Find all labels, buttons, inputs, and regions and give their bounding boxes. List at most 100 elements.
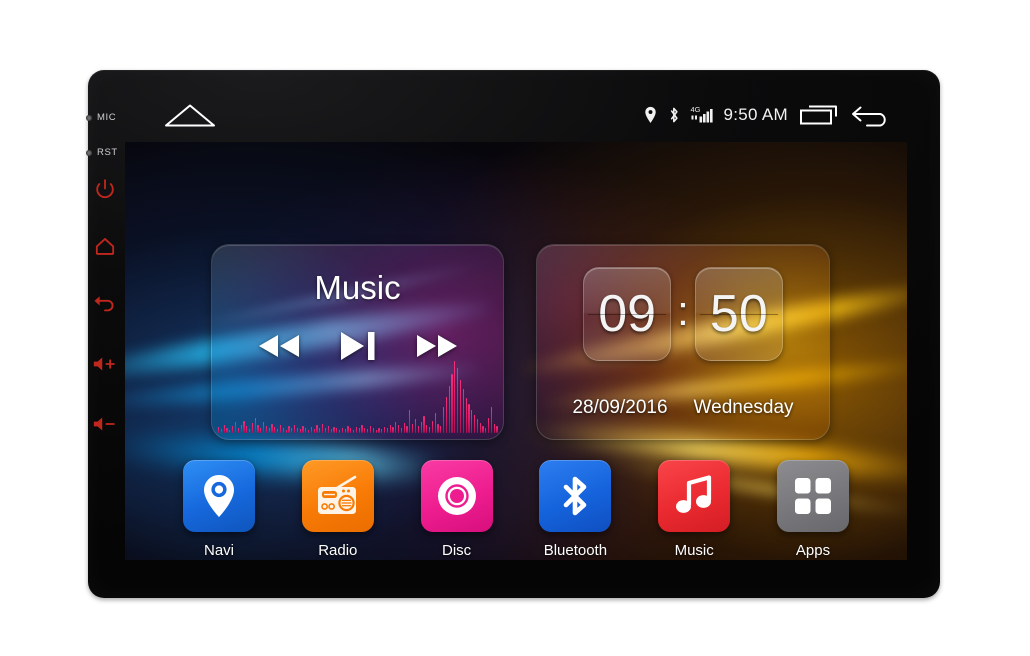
home-hardware-button[interactable] — [85, 232, 125, 260]
equalizer-bar — [316, 425, 318, 433]
disc-label: Disc — [442, 542, 472, 559]
reset-indicator[interactable]: RST — [86, 147, 118, 158]
equalizer-bar — [423, 416, 425, 433]
equalizer-bar — [310, 427, 313, 433]
volume-up-icon — [93, 357, 115, 371]
clock-date-row: 28/09/2016 Wednesday — [537, 397, 829, 419]
volume-down-button[interactable] — [85, 410, 125, 438]
equalizer-bar — [248, 429, 251, 433]
music-tile[interactable] — [658, 460, 731, 532]
equalizer-bar — [268, 428, 270, 433]
equalizer-bar — [395, 422, 397, 433]
reset-dot-icon[interactable] — [86, 149, 92, 156]
equalizer-bar — [291, 428, 293, 433]
signal-4g-icon: 4G — [691, 105, 713, 124]
app-apps[interactable]: Apps — [767, 460, 859, 559]
equalizer-bar — [457, 368, 459, 433]
radio-label: Radio — [318, 542, 358, 559]
equalizer-bar — [428, 427, 431, 433]
equalizer-bar — [361, 425, 363, 433]
bluetooth-tile[interactable] — [539, 460, 612, 532]
equalizer-bar — [364, 428, 366, 433]
equalizer-bar — [324, 428, 327, 433]
equalizer-bar — [220, 429, 223, 433]
status-clock: 9:50 AM — [723, 105, 788, 124]
home-soft-button[interactable] — [163, 102, 217, 128]
equalizer-bar — [420, 422, 422, 433]
equalizer-bar — [372, 428, 374, 433]
bluetooth-icon — [564, 476, 587, 516]
hardware-key-column: MIC RST — [85, 70, 125, 598]
equalizer-bar — [333, 427, 335, 433]
music-widget-title: Music — [314, 269, 401, 306]
clock-widget[interactable]: 09 : 50 28/09/2016 Wednesday — [536, 244, 830, 440]
radio-tile[interactable] — [301, 460, 374, 532]
clock-digits-row: 09 : 50 — [537, 267, 829, 361]
equalizer-bar — [338, 430, 341, 433]
head-unit-bezel: MIC RST 4G 9:50 AM Music 09: 50 28/09/2… — [85, 70, 940, 598]
equalizer-bar — [479, 423, 481, 433]
equalizer-bar — [473, 415, 476, 433]
equalizer-bar — [347, 426, 349, 433]
app-disc[interactable]: Disc — [411, 460, 503, 559]
equalizer-bar — [451, 374, 453, 433]
apps-tile[interactable] — [776, 460, 849, 532]
bluetooth-icon — [668, 106, 680, 124]
equalizer-bar — [218, 427, 220, 433]
equalizer-bar — [355, 427, 358, 433]
equalizer-bar — [414, 419, 417, 433]
music-previous-button[interactable] — [256, 331, 302, 361]
app-bluetooth[interactable]: Bluetooth — [529, 460, 621, 559]
back-hardware-button[interactable] — [85, 290, 125, 318]
equalizer-bar — [426, 425, 428, 433]
equalizer-bar — [288, 426, 290, 433]
equalizer-bar — [367, 429, 369, 433]
equalizer-bar — [369, 426, 372, 433]
equalizer-bar — [406, 426, 408, 433]
music-widget[interactable]: Music — [211, 244, 504, 440]
equalizer-bar — [223, 425, 225, 433]
equalizer-bar — [243, 421, 245, 433]
clock-minutes-tile: 50 — [694, 267, 783, 361]
equalizer-bar — [381, 429, 383, 433]
volume-up-button[interactable] — [85, 350, 125, 378]
equalizer-bar — [279, 425, 282, 433]
disc-icon — [437, 477, 476, 515]
equalizer-bar — [240, 425, 242, 433]
equalizer-bar — [378, 428, 380, 433]
disc-tile[interactable] — [420, 460, 493, 532]
equalizer-bar — [234, 422, 237, 433]
app-music[interactable]: Music — [648, 460, 740, 559]
equalizer-bar — [482, 426, 484, 433]
equalizer-bar — [251, 423, 253, 433]
equalizer-bar — [465, 398, 467, 433]
status-icons-group: 4G 9:50 AM — [644, 103, 892, 127]
equalizer-bar — [319, 428, 321, 433]
mic-indicator: MIC — [86, 112, 116, 123]
page-background: MIC RST 4G 9:50 AM Music 09: 50 28/09/2… — [0, 0, 1030, 656]
navi-tile[interactable] — [183, 460, 255, 532]
clock-hours: 09 — [598, 285, 657, 343]
equalizer-bar — [274, 427, 276, 433]
equalizer-bar — [496, 426, 498, 433]
app-radio[interactable]: Radio — [292, 460, 384, 559]
recents-icon[interactable] — [799, 103, 839, 127]
app-navi[interactable]: Navi — [173, 460, 265, 559]
equalizer-bar — [389, 425, 391, 433]
home-outline-icon — [95, 238, 115, 255]
music-play-pause-button[interactable] — [337, 329, 379, 363]
equalizer-bar — [454, 361, 456, 433]
music-note-icon — [676, 475, 712, 513]
equalizer-bar — [293, 425, 296, 433]
equalizer-bar — [296, 428, 298, 433]
clock-date: 28/09/2016 — [572, 397, 668, 418]
equalizer-bar — [327, 426, 329, 433]
back-arrow-icon[interactable] — [850, 103, 892, 127]
status-bar: 4G 9:50 AM — [125, 70, 910, 142]
equalizer-bar — [445, 397, 448, 433]
equalizer-bar — [305, 428, 307, 433]
power-button[interactable] — [85, 175, 125, 203]
equalizer-bar — [386, 428, 388, 433]
music-next-button[interactable] — [414, 331, 460, 361]
equalizer-bar — [257, 425, 259, 433]
